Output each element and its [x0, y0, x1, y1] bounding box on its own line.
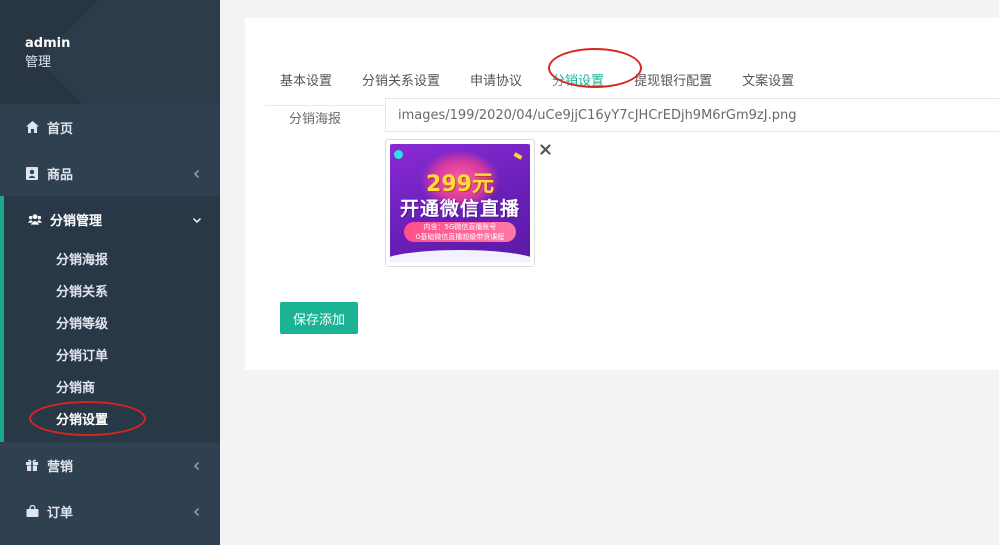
submenu-item-poster[interactable]: 分销海报 [4, 242, 220, 274]
submenu-item-relations[interactable]: 分销关系 [4, 274, 220, 306]
poster-headline: 开通微信直播 [399, 198, 520, 220]
poster-band-line: 0基础微信直播超级带货课程 [415, 233, 505, 241]
sidebar-item-label: 营销 [47, 459, 74, 475]
sidebar-item-label: 分销管理 [50, 213, 103, 229]
submenu-item-distributors[interactable]: 分销商 [4, 370, 220, 402]
chevron-left-icon [192, 168, 202, 178]
chevron-left-icon [192, 460, 202, 470]
save-add-button[interactable]: 保存添加 [280, 302, 359, 334]
contact-card-icon [25, 166, 39, 180]
poster-decoration [394, 150, 403, 159]
sidebar-item-products[interactable]: 商品 [0, 150, 220, 196]
sidebar-item-marketing[interactable]: 营销 [0, 442, 220, 488]
users-icon [28, 212, 42, 226]
poster-image: 299元 开通微信直播 内含：5G微信直播账号 0基础微信直播超级带货课程 [390, 144, 530, 262]
tab-basic-settings[interactable]: 基本设置 [265, 52, 347, 106]
sidebar-item-label: 首页 [47, 121, 74, 137]
poster-thumbnail: 299元 开通微信直播 内含：5G微信直播账号 0基础微信直播超级带货课程 [385, 139, 535, 267]
home-icon [25, 120, 39, 134]
sidebar-item-label: 订单 [47, 505, 74, 521]
chevron-left-icon [192, 506, 202, 516]
poster-path-input[interactable] [385, 98, 999, 132]
distribution-submenu: 分销海报 分销关系 分销等级 分销订单 分销商 分销设置 [4, 242, 220, 442]
poster-decoration [513, 152, 523, 160]
sidebar: admin 管理 首页 商品 分销管理 分销海报 分销关系 分销等级 分销订单 … [0, 0, 220, 545]
submenu-item-orders[interactable]: 分销订单 [4, 338, 220, 370]
content-panel: 基本设置 分销关系设置 申请协议 分销设置 提现银行配置 文案设置 分销海报 2… [245, 18, 999, 370]
close-icon [539, 143, 551, 155]
gift-icon [25, 458, 39, 472]
remove-image-button[interactable] [538, 142, 552, 156]
sidebar-item-label: 商品 [47, 167, 74, 183]
poster-label: 分销海报 [289, 112, 342, 127]
submenu-item-levels[interactable]: 分销等级 [4, 306, 220, 338]
user-role: 管理 [25, 55, 52, 70]
sidebar-item-home[interactable]: 首页 [0, 104, 220, 150]
poster-cloud [390, 250, 530, 262]
profile-header: admin 管理 [0, 0, 220, 104]
submenu-item-settings[interactable]: 分销设置 [4, 402, 220, 434]
chevron-down-icon [192, 214, 202, 224]
sidebar-item-orders[interactable]: 订单 [0, 488, 220, 534]
poster-band-line: 内含：5G微信直播账号 [423, 223, 497, 231]
sidebar-group-distribution: 分销管理 分销海报 分销关系 分销等级 分销订单 分销商 分销设置 [0, 196, 220, 442]
poster-band: 内含：5G微信直播账号 0基础微信直播超级带货课程 [404, 222, 516, 242]
sidebar-item-distribution[interactable]: 分销管理 [4, 196, 220, 242]
username[interactable]: admin [25, 36, 220, 52]
shopping-bag-icon [25, 504, 39, 518]
